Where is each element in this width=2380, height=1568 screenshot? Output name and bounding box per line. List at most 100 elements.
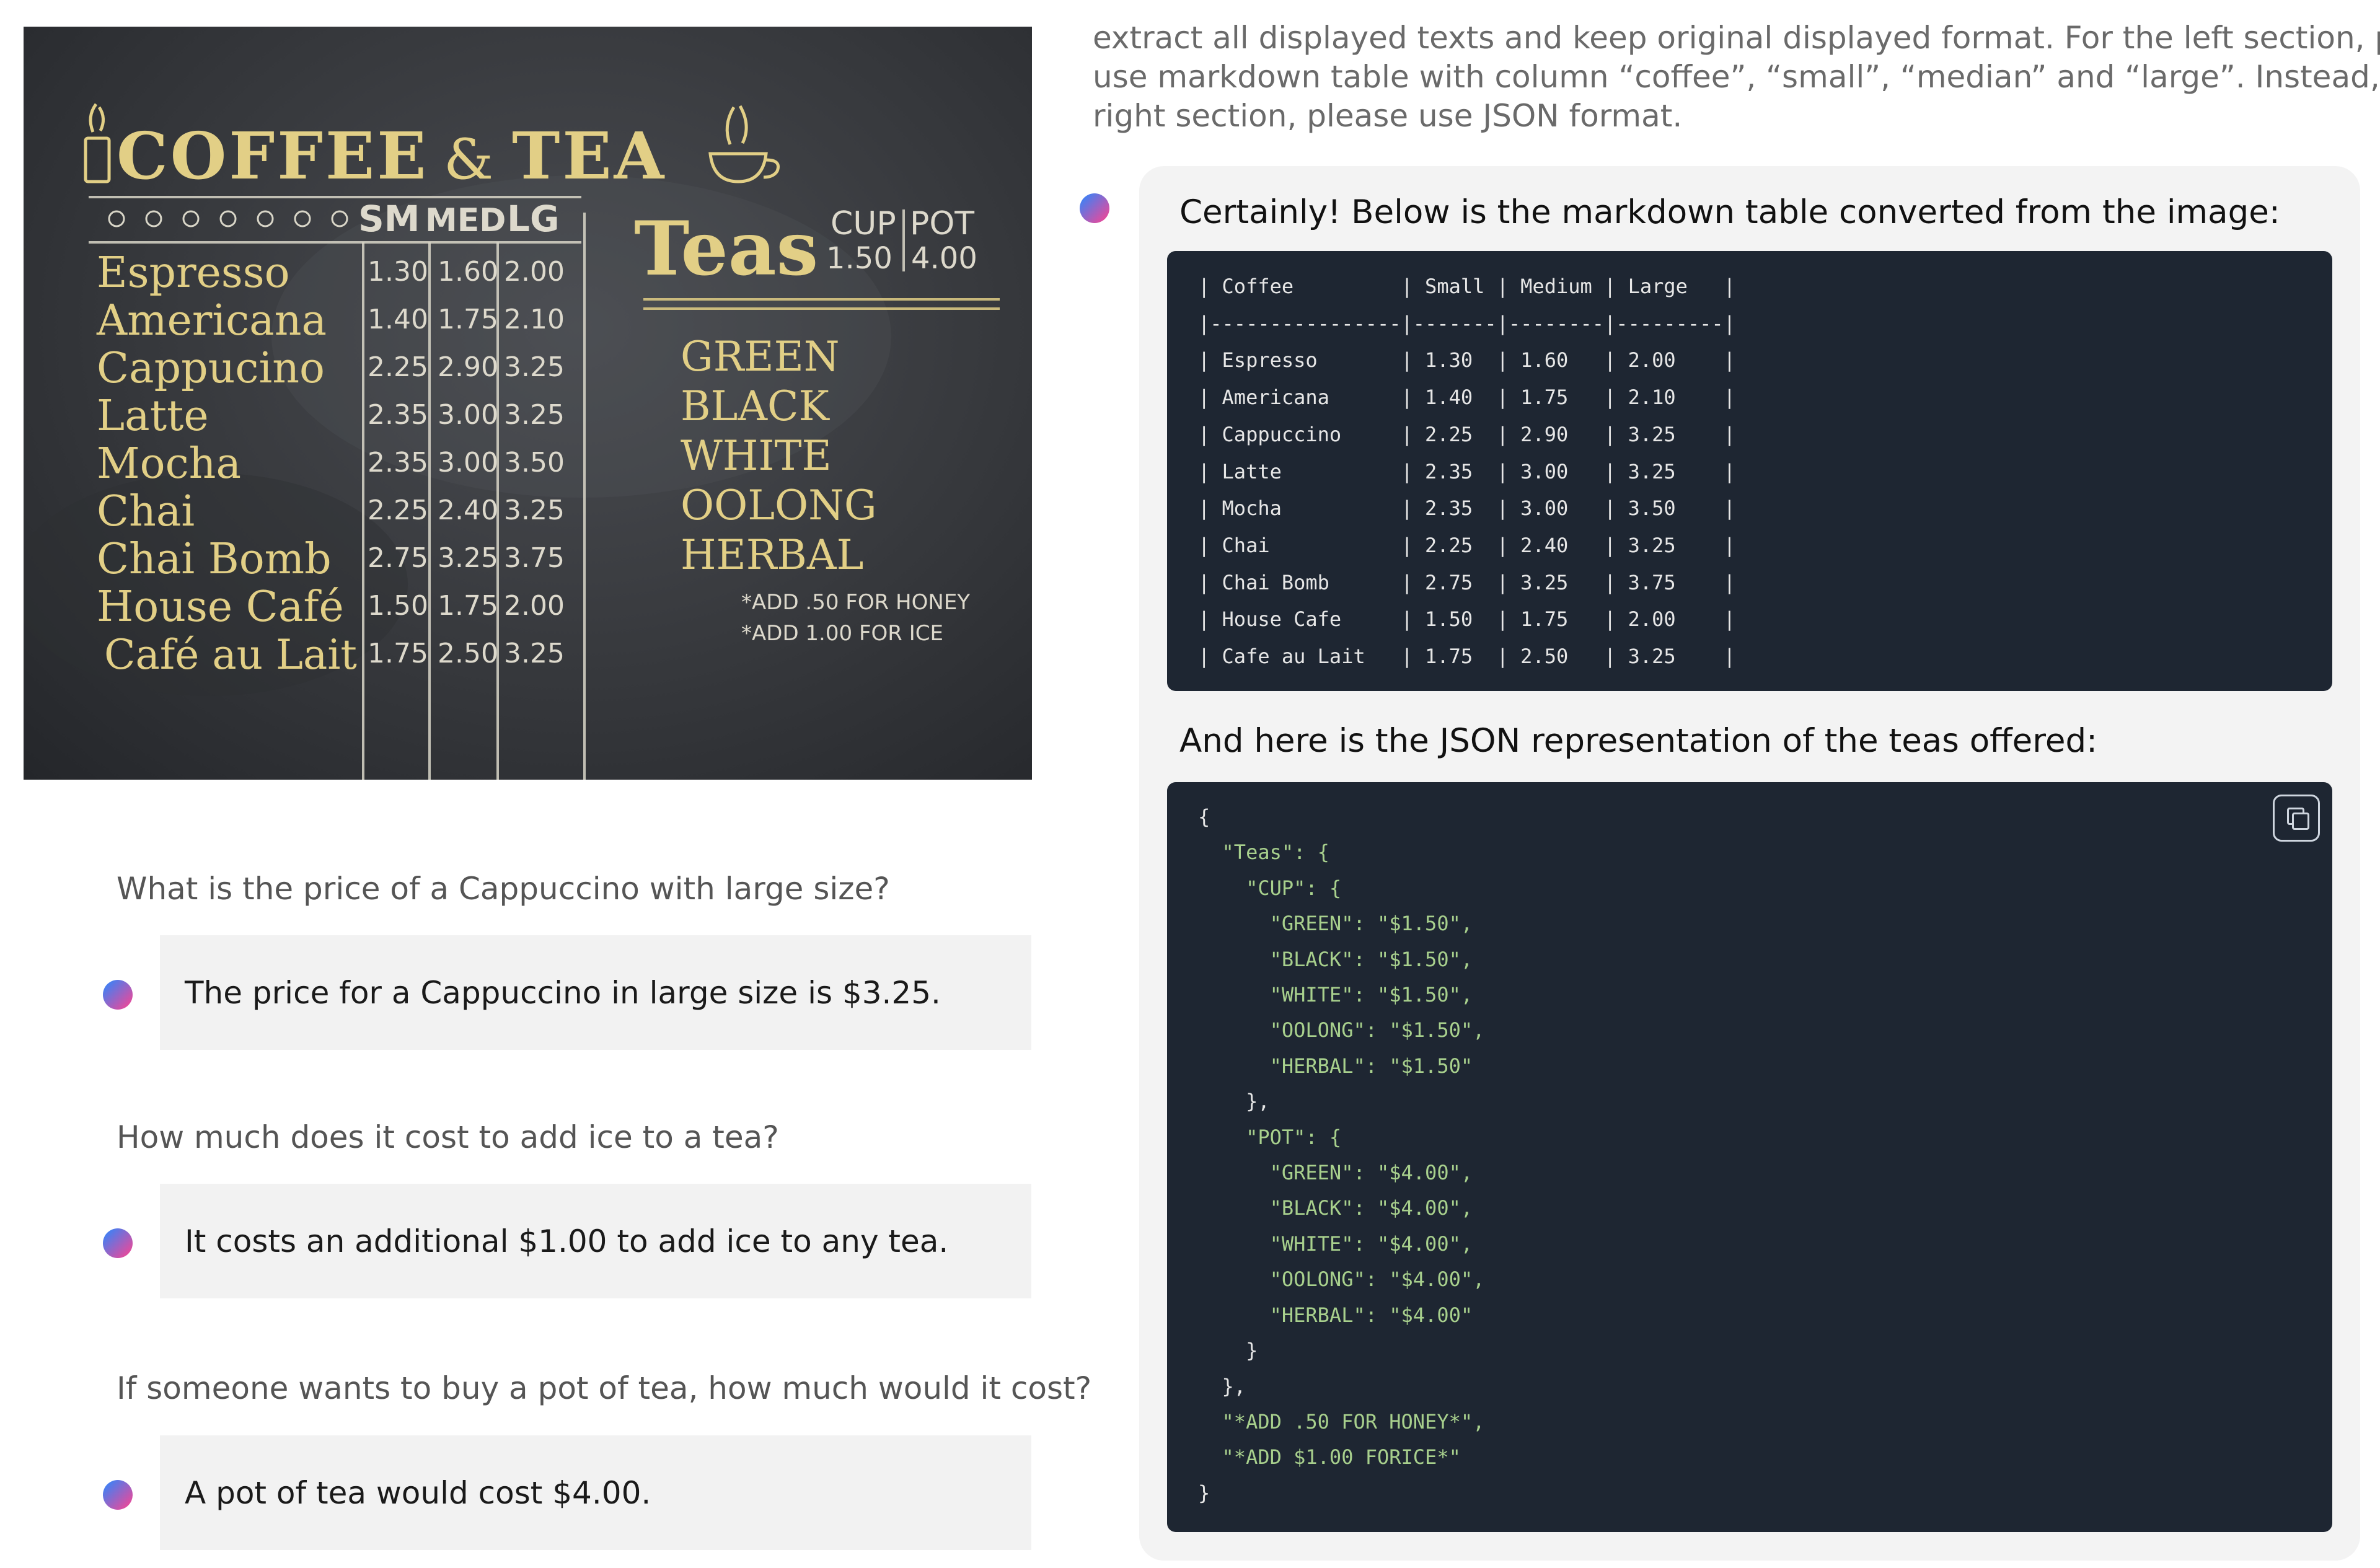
question-2: How much does it cost to add ice to a te… — [117, 1119, 779, 1155]
json-line: "GREEN": "$1.50", — [1198, 912, 1473, 936]
decorative-circles — [108, 210, 348, 227]
price-sm: 1.40 — [368, 304, 428, 335]
copy-button[interactable] — [2273, 795, 2320, 842]
board-title-coffee: COFFEE — [117, 118, 429, 194]
json-line: "*ADD $1.00 FORICE*" — [1198, 1445, 1461, 1469]
cup-label: CUP — [831, 205, 896, 242]
json-line: "BLACK": "$4.00", — [1198, 1196, 1473, 1220]
assistant-avatar-icon — [103, 1480, 133, 1510]
price-lg: 3.75 — [504, 542, 565, 574]
json-line: "OOLONG": "$4.00", — [1198, 1267, 1485, 1292]
price-sm: 2.25 — [368, 351, 428, 383]
coffee-cup-icon — [84, 103, 111, 183]
question-1: What is the price of a Cappuccino with l… — [117, 871, 890, 907]
json-line: "OOLONG": "$1.50", — [1198, 1018, 1485, 1042]
price-lg: 2.00 — [504, 256, 565, 288]
json-code-block[interactable]: { "Teas": { "CUP": { "GREEN": "$1.50", "… — [1167, 782, 2332, 1532]
price-sm: 2.35 — [368, 399, 428, 431]
json-code: { "Teas": { "CUP": { "GREEN": "$1.50", "… — [1198, 799, 2332, 1511]
assistant-avatar-icon — [103, 980, 133, 1010]
copy-icon-front — [2292, 813, 2309, 830]
answer-2-text: It costs an additional $1.00 to add ice … — [185, 1223, 949, 1259]
price-sm: 1.50 — [368, 590, 428, 622]
markdown-code-block[interactable]: | Coffee | Small | Medium | Large | |---… — [1167, 251, 2332, 691]
price-lg: 3.25 — [504, 399, 565, 431]
price-lg: 2.10 — [504, 304, 565, 335]
answer-3-text: A pot of tea would cost $4.00. — [185, 1474, 651, 1511]
json-line: } — [1198, 1481, 1210, 1505]
md-line: | Americana | 1.40 | 1.75 | 2.10 | — [1198, 385, 1735, 410]
coffee-name: Chai — [97, 487, 195, 536]
note-honey: *ADD .50 FOR HONEY — [741, 590, 970, 615]
json-line: "HERBAL": "$4.00" — [1198, 1303, 1473, 1327]
tea-item: GREEN — [681, 333, 840, 381]
price-med: 1.75 — [438, 590, 498, 622]
md-line: | Coffee | Small | Medium | Large | — [1198, 275, 1735, 298]
json-line: "GREEN": "$4.00", — [1198, 1161, 1473, 1185]
size-header-sm: SM — [358, 198, 420, 240]
prompt-line: right section, please use JSON format. — [1093, 98, 1683, 134]
tea-item: HERBAL — [681, 531, 863, 579]
price-lg: 3.25 — [504, 495, 565, 526]
coffee-name: Café au Lait — [104, 631, 357, 679]
price-med: 2.90 — [438, 351, 498, 383]
price-med: 2.50 — [438, 638, 498, 669]
md-line: | House Cafe | 1.50 | 1.75 | 2.00 | — [1198, 607, 1735, 632]
tea-item: OOLONG — [681, 482, 877, 529]
price-sm: 2.35 — [368, 447, 428, 478]
tea-item: BLACK — [681, 382, 830, 430]
chalkboard-drawing: COFFEE & TEA SM MED LG Espresso 1.30 1.6… — [24, 103, 1000, 780]
teacup-icon — [708, 105, 780, 183]
price-lg: 3.25 — [504, 351, 565, 383]
json-line: "WHITE": "$1.50", — [1198, 983, 1473, 1007]
price-sm: 1.75 — [368, 638, 428, 669]
price-med: 3.00 — [438, 399, 498, 431]
md-line: | Cafe au Lait | 1.75 | 2.50 | 3.25 | — [1198, 645, 1735, 669]
price-sm: 2.75 — [368, 542, 428, 574]
md-line: | Chai Bomb | 2.75 | 3.25 | 3.75 | — [1198, 570, 1735, 594]
coffee-name: Americana — [96, 296, 327, 345]
json-intro: And here is the JSON representation of t… — [1179, 722, 2098, 760]
price-med: 2.40 — [438, 495, 498, 526]
price-med: 3.00 — [438, 447, 498, 478]
price-lg: 3.50 — [504, 447, 565, 478]
json-line: "CUP": { — [1198, 876, 1342, 900]
json-line: "BLACK": "$1.50", — [1198, 947, 1473, 971]
json-line: { — [1198, 805, 1210, 829]
coffee-name: Espresso — [97, 249, 290, 297]
price-lg: 2.00 — [504, 590, 565, 622]
json-line: "WHITE": "$4.00", — [1198, 1231, 1473, 1256]
price-lg: 3.25 — [504, 638, 565, 669]
assistant-avatar-icon — [103, 1228, 133, 1258]
prompt-line: use markdown table with column “coffee”,… — [1093, 59, 2380, 95]
json-line: } — [1198, 1339, 1258, 1363]
answer-2: It costs an additional $1.00 to add ice … — [160, 1184, 1031, 1298]
size-header-med: MED — [425, 202, 506, 239]
question-3: If someone wants to buy a pot of tea, ho… — [117, 1370, 1092, 1406]
pot-label: POT — [910, 205, 974, 242]
price-med: 3.25 — [438, 542, 498, 574]
price-sm: 2.25 — [368, 495, 428, 526]
coffee-name: Mocha — [97, 439, 241, 488]
size-header-lg: LG — [507, 198, 560, 240]
markdown-code: | Coffee | Small | Medium | Large | |---… — [1198, 268, 2332, 676]
note-ice: *ADD 1.00 FOR ICE — [741, 621, 943, 646]
user-prompt: extract all displayed texts and keep ori… — [1093, 19, 2380, 136]
md-line: |----------------|-------|--------|-----… — [1198, 311, 1735, 335]
coffee-name: Chai Bomb — [97, 535, 332, 584]
chalkboard-menu-image: COFFEE & TEA SM MED LG Espresso 1.30 1.6… — [24, 27, 1032, 780]
prompt-line: extract all displayed texts and keep ori… — [1093, 20, 2380, 56]
reply-intro: Certainly! Below is the markdown table c… — [1179, 193, 2280, 231]
json-line: "POT": { — [1198, 1125, 1342, 1149]
price-med: 1.75 — [438, 304, 498, 335]
coffee-name: Cappucino — [97, 344, 325, 393]
tea-item: WHITE — [681, 432, 832, 480]
answer-1-text: The price for a Cappuccino in large size… — [185, 974, 941, 1011]
answer-1: The price for a Cappuccino in large size… — [160, 935, 1031, 1050]
json-line: "HERBAL": "$1.50" — [1198, 1054, 1473, 1078]
md-line: | Chai | 2.25 | 2.40 | 3.25 | — [1198, 533, 1735, 557]
pot-price: 4.00 — [911, 241, 977, 276]
board-title-amp: & — [444, 127, 493, 192]
cup-price: 1.50 — [826, 241, 892, 276]
md-line: | Mocha | 2.35 | 3.00 | 3.50 | — [1198, 496, 1735, 521]
